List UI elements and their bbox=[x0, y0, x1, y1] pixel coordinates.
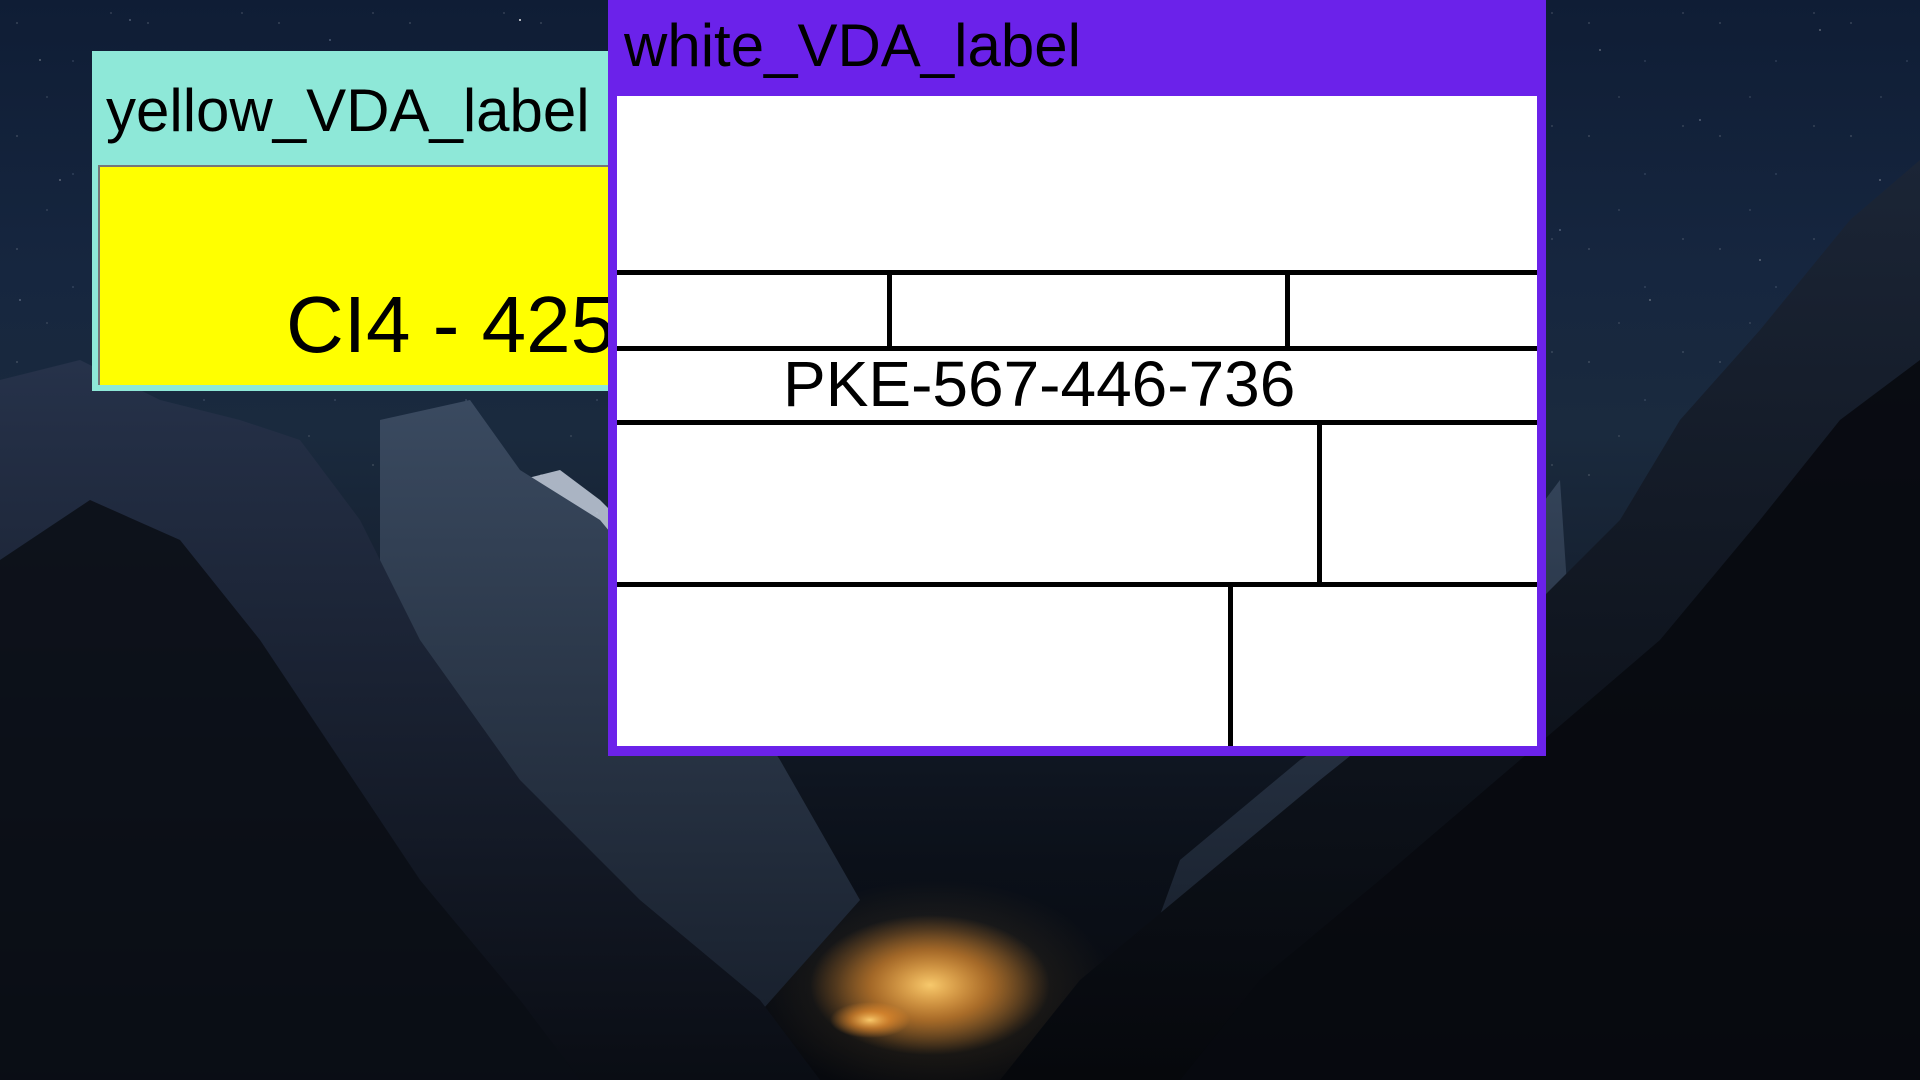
label-grid-line bbox=[617, 270, 1537, 275]
yellow-vda-label-window[interactable]: yellow_VDA_label CI4 - 425 bbox=[92, 51, 652, 391]
yellow-label-code: CI4 - 425 bbox=[286, 280, 616, 369]
label-grid-line bbox=[617, 582, 1537, 587]
white-window-content: PKE-567-446-736 bbox=[617, 96, 1537, 746]
label-grid-line bbox=[617, 420, 1537, 425]
label-grid-line bbox=[1317, 420, 1322, 584]
white-window-title: white_VDA_label bbox=[624, 12, 1081, 79]
label-grid-line bbox=[1285, 270, 1290, 348]
yellow-window-title: yellow_VDA_label bbox=[106, 77, 590, 144]
white-window-titlebar[interactable]: white_VDA_label bbox=[608, 0, 1546, 88]
label-grid-line bbox=[887, 270, 892, 348]
white-vda-label-window[interactable]: white_VDA_label PKE-567-446-736 bbox=[608, 0, 1546, 756]
label-grid-line bbox=[1228, 582, 1233, 746]
white-label-code: PKE-567-446-736 bbox=[783, 348, 1296, 420]
yellow-window-titlebar[interactable]: yellow_VDA_label bbox=[92, 51, 652, 155]
yellow-window-content: CI4 - 425 bbox=[98, 165, 646, 385]
